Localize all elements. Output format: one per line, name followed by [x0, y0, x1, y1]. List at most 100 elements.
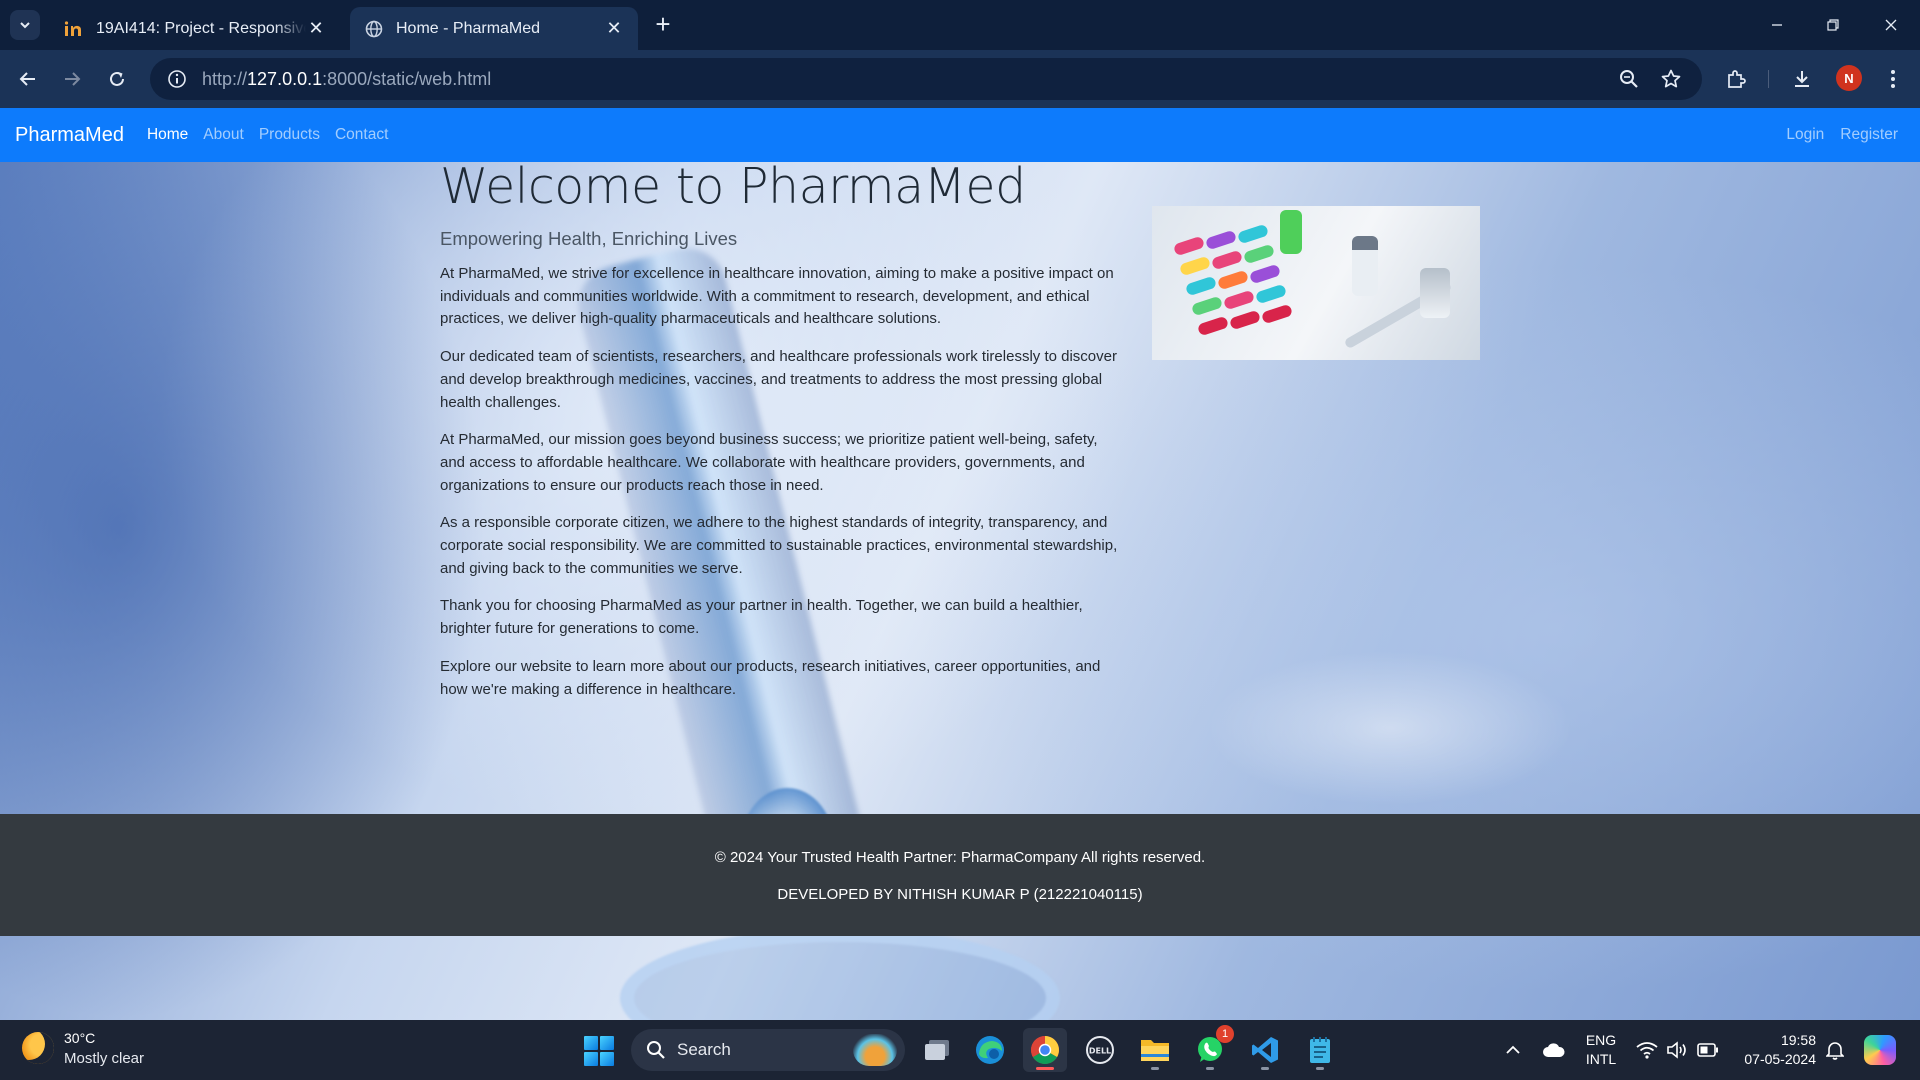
start-button[interactable]	[584, 1036, 614, 1066]
tab-title: 19AI414: Project - Responsive W	[96, 19, 306, 37]
url-path: :8000/static/web.html	[322, 68, 492, 89]
vscode-icon	[1252, 1037, 1278, 1063]
browser-menu-button[interactable]	[1878, 64, 1908, 94]
whatsapp-app[interactable]: 1	[1188, 1025, 1234, 1072]
running-indicator	[1261, 1067, 1269, 1070]
taskbar-search[interactable]: Search	[631, 1029, 905, 1071]
chevron-up-icon	[1506, 1045, 1520, 1054]
volume-status[interactable]	[1664, 1020, 1690, 1080]
paragraph: At PharmaMed, our mission goes beyond bu…	[440, 431, 1098, 494]
running-indicator	[1151, 1067, 1159, 1070]
edge-icon	[976, 1036, 1004, 1064]
reload-icon	[110, 71, 124, 86]
nav-login[interactable]: Login	[1786, 126, 1824, 144]
minimize-window-button[interactable]	[1754, 8, 1800, 42]
restore-window-button[interactable]	[1810, 8, 1856, 42]
show-hidden-icons-button[interactable]	[1500, 1020, 1526, 1080]
input-language-indicator[interactable]: ENG INTL	[1584, 1031, 1618, 1069]
notepad-app[interactable]	[1298, 1028, 1342, 1072]
running-indicator	[1316, 1067, 1324, 1070]
chrome-app[interactable]	[1023, 1028, 1067, 1072]
cloud-icon	[1543, 1043, 1565, 1057]
bookmark-star-icon[interactable]	[1658, 66, 1684, 92]
background-beaker-image	[620, 928, 1060, 1020]
reload-button[interactable]	[102, 64, 132, 94]
paragraph: Our dedicated team of scientists, resear…	[440, 348, 1117, 411]
web-page: PharmaMed Home About Products Contact Lo…	[0, 108, 1920, 1020]
paragraph: As a responsible corporate citizen, we a…	[440, 514, 1118, 577]
site-navbar: PharmaMed Home About Products Contact Lo…	[0, 108, 1920, 162]
footer-copyright: © 2024 Your Trusted Health Partner: Phar…	[714, 849, 1206, 866]
chevron-down-icon	[20, 22, 30, 29]
close-tab-icon[interactable]: ✕	[604, 18, 624, 39]
zoom-icon[interactable]	[1616, 66, 1642, 92]
globe-icon	[364, 19, 384, 39]
notifications-button[interactable]	[1822, 1020, 1848, 1080]
paragraph: Thank you for choosing PharmaMed as your…	[440, 597, 1083, 638]
vscode-app[interactable]	[1243, 1028, 1287, 1072]
toolbar-divider	[1768, 70, 1769, 88]
more-vertical-icon	[1891, 70, 1895, 88]
tab-search-button[interactable]	[10, 10, 40, 40]
nav-auth-links: Login Register	[1770, 108, 1898, 162]
extensions-button[interactable]	[1721, 64, 1751, 94]
search-label: Search	[677, 1040, 731, 1059]
dell-icon: DELL	[1086, 1036, 1114, 1064]
site-footer: © 2024 Your Trusted Health Partner: Phar…	[0, 814, 1920, 936]
download-icon	[1795, 71, 1809, 87]
browser-toolbar: http://127.0.0.1:8000/static/web.html N	[0, 50, 1920, 108]
back-button[interactable]	[13, 64, 43, 94]
battery-status[interactable]	[1694, 1020, 1722, 1080]
page-title: Welcome to PharmaMed	[440, 158, 1026, 215]
system-clock[interactable]: 19:58 07-05-2024	[1736, 1031, 1816, 1069]
main-content: Welcome to PharmaMed Empowering Health, …	[440, 156, 1120, 716]
weather-description[interactable]: Mostly clear	[64, 1050, 144, 1067]
tab-home-pharmamed[interactable]: Home - PharmaMed ✕	[350, 7, 638, 50]
close-tab-icon[interactable]: ✕	[306, 18, 326, 39]
svg-text:DELL: DELL	[1089, 1047, 1111, 1056]
page-subtitle: Empowering Health, Enriching Lives	[440, 228, 738, 249]
footer-developer-credit: DEVELOPED BY NITHISH KUMAR P (2122210401…	[777, 886, 1143, 903]
new-tab-button[interactable]: +	[650, 11, 676, 38]
forward-button[interactable]	[57, 64, 87, 94]
notepad-icon	[1310, 1037, 1330, 1063]
url-host: 127.0.0.1	[247, 68, 323, 89]
pharmacy-pills-image	[1152, 206, 1480, 360]
paragraph: At PharmaMed, we strive for excellence i…	[440, 265, 1114, 328]
downloads-button[interactable]	[1787, 64, 1817, 94]
close-icon	[1885, 19, 1897, 31]
in-logo-icon	[64, 19, 84, 39]
windows-taskbar: 30°C Mostly clear Search DELL 1 ENG INTL…	[0, 1020, 1920, 1080]
address-bar[interactable]: http://127.0.0.1:8000/static/web.html	[150, 58, 1702, 100]
tab-project[interactable]: 19AI414: Project - Responsive W ✕	[50, 7, 340, 50]
arrow-right-icon	[65, 72, 81, 86]
file-explorer-app[interactable]	[1133, 1028, 1177, 1072]
nav-products[interactable]: Products	[259, 126, 320, 144]
site-brand[interactable]: PharmaMed	[15, 124, 124, 147]
dell-app[interactable]: DELL	[1078, 1028, 1122, 1072]
nav-contact[interactable]: Contact	[335, 126, 388, 144]
close-window-button[interactable]	[1868, 8, 1914, 42]
task-view-button[interactable]	[915, 1028, 959, 1072]
speaker-icon	[1667, 1041, 1686, 1059]
arrow-left-icon	[19, 72, 35, 86]
paragraph: Explore our website to learn more about …	[440, 657, 1101, 698]
puzzle-icon	[1728, 70, 1746, 88]
nav-register[interactable]: Register	[1840, 126, 1898, 144]
language-code: ENG	[1585, 1032, 1617, 1048]
nav-about[interactable]: About	[203, 126, 244, 144]
nav-home[interactable]: Home	[147, 126, 188, 144]
minimize-icon	[1772, 24, 1782, 26]
onedrive-button[interactable]	[1540, 1020, 1568, 1080]
task-view-icon	[925, 1040, 949, 1060]
copilot-icon[interactable]	[1864, 1035, 1896, 1065]
wifi-status[interactable]	[1634, 1020, 1660, 1080]
search-icon	[645, 1039, 667, 1061]
url-text[interactable]: http://127.0.0.1:8000/static/web.html	[202, 69, 491, 90]
site-info-icon[interactable]	[164, 66, 190, 92]
profile-avatar[interactable]: N	[1836, 65, 1862, 91]
weather-moon-icon[interactable]	[22, 1032, 54, 1064]
weather-temperature[interactable]: 30°C	[64, 1030, 95, 1046]
running-indicator	[1206, 1067, 1214, 1070]
edge-app[interactable]	[968, 1028, 1012, 1072]
